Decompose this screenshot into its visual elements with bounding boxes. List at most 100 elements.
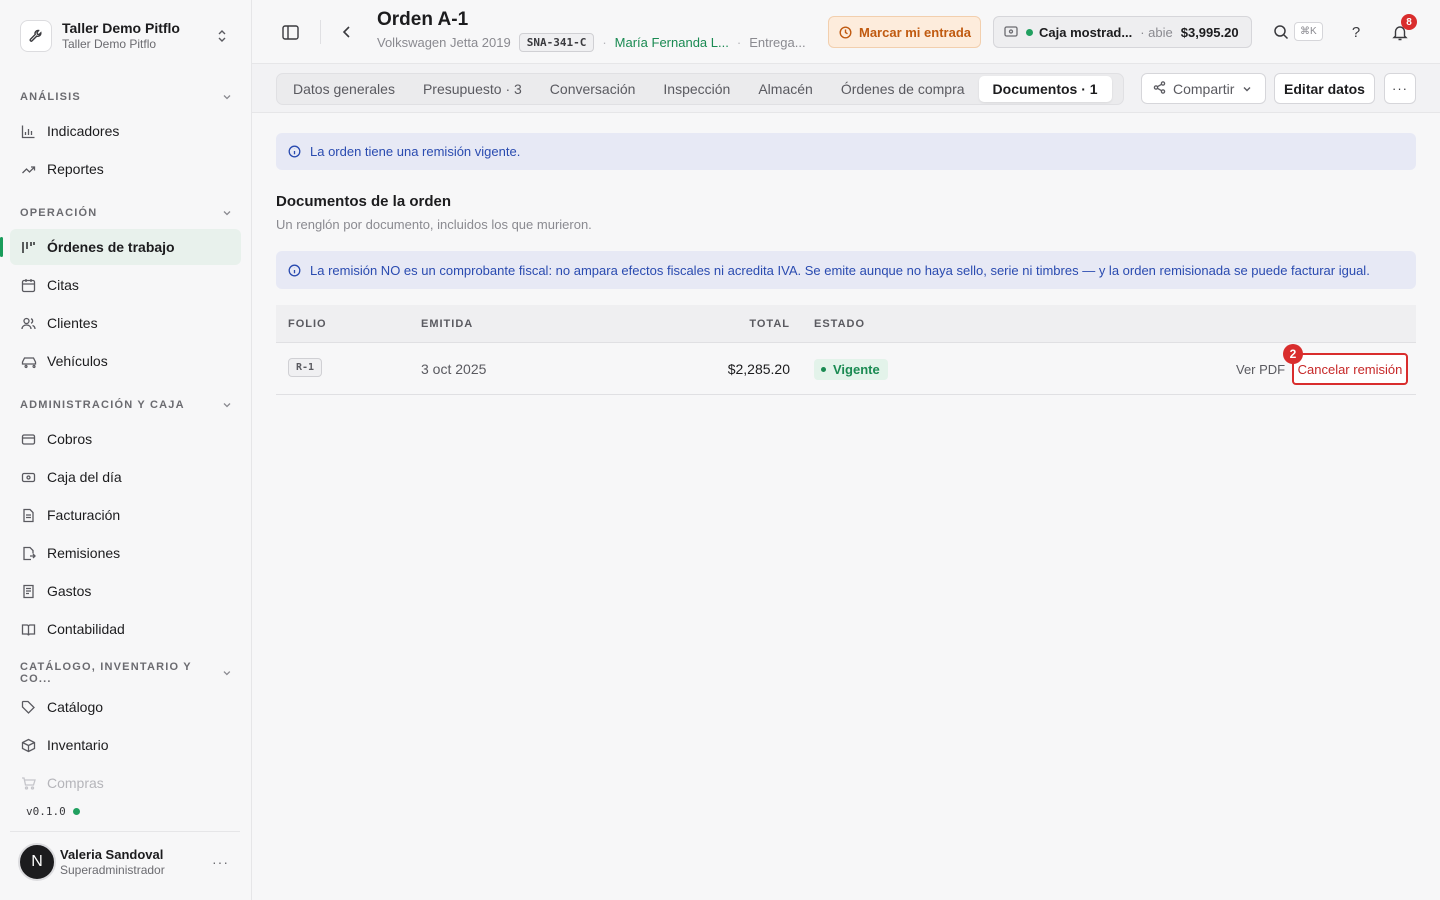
section-title: ADMINISTRACIÓN Y CAJA [20,399,185,411]
chevron-down-icon [223,403,231,408]
cash-icon [1004,25,1018,40]
tabs-bar: Datos generales Presupuesto · 3 Conversa… [252,64,1440,113]
user-menu[interactable]: N Valeria Sandoval Superadministrador ··… [18,842,240,882]
notification-badge: 8 [1401,14,1417,30]
sidebar-item-label: Cobros [47,431,93,447]
tab-documentos[interactable]: Documentos · 1 [978,76,1112,102]
sidebar-toggle-icon[interactable] [276,18,304,46]
sidebar-item-cobros[interactable]: Cobros [10,421,241,457]
clock-icon [839,25,852,39]
sidebar-item-label: Remisiones [47,545,121,561]
sidebar-item-label: Caja del día [47,469,122,485]
checkin-button[interactable]: Marcar mi entrada [828,16,981,48]
info-icon [288,145,301,158]
chevron-down-icon [223,95,231,100]
sidebar-item-compras[interactable]: Compras [10,765,241,801]
vehicle-label: Volkswagen Jetta 2019 [377,35,511,50]
sidebar-item-catalogo[interactable]: Catálogo [10,689,241,725]
issued-date: 3 oct 2025 [421,361,487,377]
search-shortcut: ⌘K [1294,22,1323,41]
documents-table: FOLIO EMITIDA TOTAL ESTADO R-1 3 oct 202… [276,305,1416,395]
edit-button[interactable]: Editar datos [1274,73,1375,104]
delivery-label: Entrega... [749,35,806,50]
alert-active-remission: La orden tiene una remisión vigente. [276,133,1416,170]
cash-icon [20,469,37,486]
sidebar-item-remisiones[interactable]: Remisiones [10,535,241,571]
chevron-down-icon [223,211,231,216]
help-icon[interactable]: ? [1342,18,1370,46]
checkin-label: Marcar mi entrada [859,24,971,40]
order-meta: Volkswagen Jetta 2019 SNA-341-C · María … [377,33,806,52]
sidebar-item-label: Gastos [47,583,92,599]
app-version: v0.1.0 [26,805,80,818]
client-link[interactable]: María Fernanda L... [615,35,729,50]
section-analisis[interactable]: ANÁLISIS [20,88,232,106]
section-title: CATÁLOGO, INVENTARIO Y CO... [20,661,192,685]
column-folio: FOLIO [288,318,327,330]
tab-inspeccion[interactable]: Inspección [649,76,744,102]
tab-ordenes-compra[interactable]: Órdenes de compra [827,76,979,102]
avatar: N [18,843,56,881]
sidebar-item-inventario[interactable]: Inventario [10,727,241,763]
alert-text: La remisión NO es un comprobante fiscal:… [310,262,1370,278]
tab-presupuesto[interactable]: Presupuesto · 3 [409,76,536,102]
share-icon [1153,80,1166,97]
sidebar-item-gastos[interactable]: Gastos [10,573,241,609]
header: Orden A-1 Volkswagen Jetta 2019 SNA-341-… [252,0,1440,64]
tab-almacen[interactable]: Almacén [744,76,826,102]
book-icon [20,621,37,638]
sidebar-item-label: Contabilidad [47,621,125,637]
back-icon[interactable] [333,18,361,46]
section-title: Documentos de la orden [276,193,452,210]
cancel-remission-button[interactable]: Cancelar remisión [1292,353,1408,385]
sidebar-item-caja[interactable]: Caja del día [10,459,241,495]
share-button[interactable]: Compartir [1141,73,1266,104]
tag-icon [20,699,37,716]
section-subtitle: Un renglón por documento, incluidos los … [276,217,592,232]
cash-register-selector[interactable]: Caja mostrad... · abie $3,995.20 [993,16,1252,48]
sidebar: Taller Demo Pitflo Taller Demo Pitflo AN… [0,0,252,900]
sidebar-item-reportes[interactable]: Reportes [10,151,241,187]
active-indicator [0,237,3,257]
step-badge: 2 [1283,344,1303,364]
section-catalogo[interactable]: CATÁLOGO, INVENTARIO Y CO... [20,661,232,685]
sidebar-item-facturacion[interactable]: Facturación [10,497,241,533]
status-label: Vigente [833,362,880,377]
tab-overflow[interactable]: Ad [1112,76,1123,102]
sidebar-item-ordenes[interactable]: Órdenes de trabajo [10,229,241,265]
tab-datos-generales[interactable]: Datos generales [279,76,409,102]
car-icon [20,353,37,370]
status-dot [72,808,80,815]
org-switcher[interactable]: Taller Demo Pitflo Taller Demo Pitflo [10,12,240,60]
view-pdf-link[interactable]: Ver PDF [1236,362,1285,377]
sidebar-item-clientes[interactable]: Clientes [10,305,241,341]
search-icon[interactable] [1267,18,1295,46]
tab-list: Datos generales Presupuesto · 3 Conversa… [276,73,1124,105]
sidebar-item-label: Órdenes de trabajo [47,239,175,255]
sidebar-item-contabilidad[interactable]: Contabilidad [10,611,241,647]
credit-card-icon [20,431,37,448]
section-operacion[interactable]: OPERACIÓN [20,204,232,222]
receipt-icon [20,583,37,600]
sidebar-item-label: Inventario [47,737,109,753]
alert-fiscal-info: La remisión NO es un comprobante fiscal:… [276,251,1416,289]
chevron-down-icon [1242,81,1252,97]
sidebar-item-indicadores[interactable]: Indicadores [10,113,241,149]
sidebar-item-citas[interactable]: Citas [10,267,241,303]
column-total: TOTAL [749,318,790,330]
page-title: Orden A-1 [377,9,469,30]
file-export-icon [20,545,37,562]
more-icon[interactable]: ··· [212,854,232,870]
calendar-icon [20,277,37,294]
folio-badge: R-1 [288,358,323,377]
tab-conversacion[interactable]: Conversación [536,76,650,102]
status-badge: Vigente [814,359,888,380]
sidebar-item-label: Clientes [47,315,98,331]
sidebar-item-vehiculos[interactable]: Vehículos [10,343,241,379]
section-administracion[interactable]: ADMINISTRACIÓN Y CAJA [20,396,232,414]
chevron-down-icon [223,671,231,676]
more-actions-button[interactable]: ··· [1384,73,1416,104]
cash-state: abie [1148,24,1173,40]
sidebar-item-label: Facturación [47,507,121,523]
alert-text: La orden tiene una remisión vigente. [310,144,521,159]
